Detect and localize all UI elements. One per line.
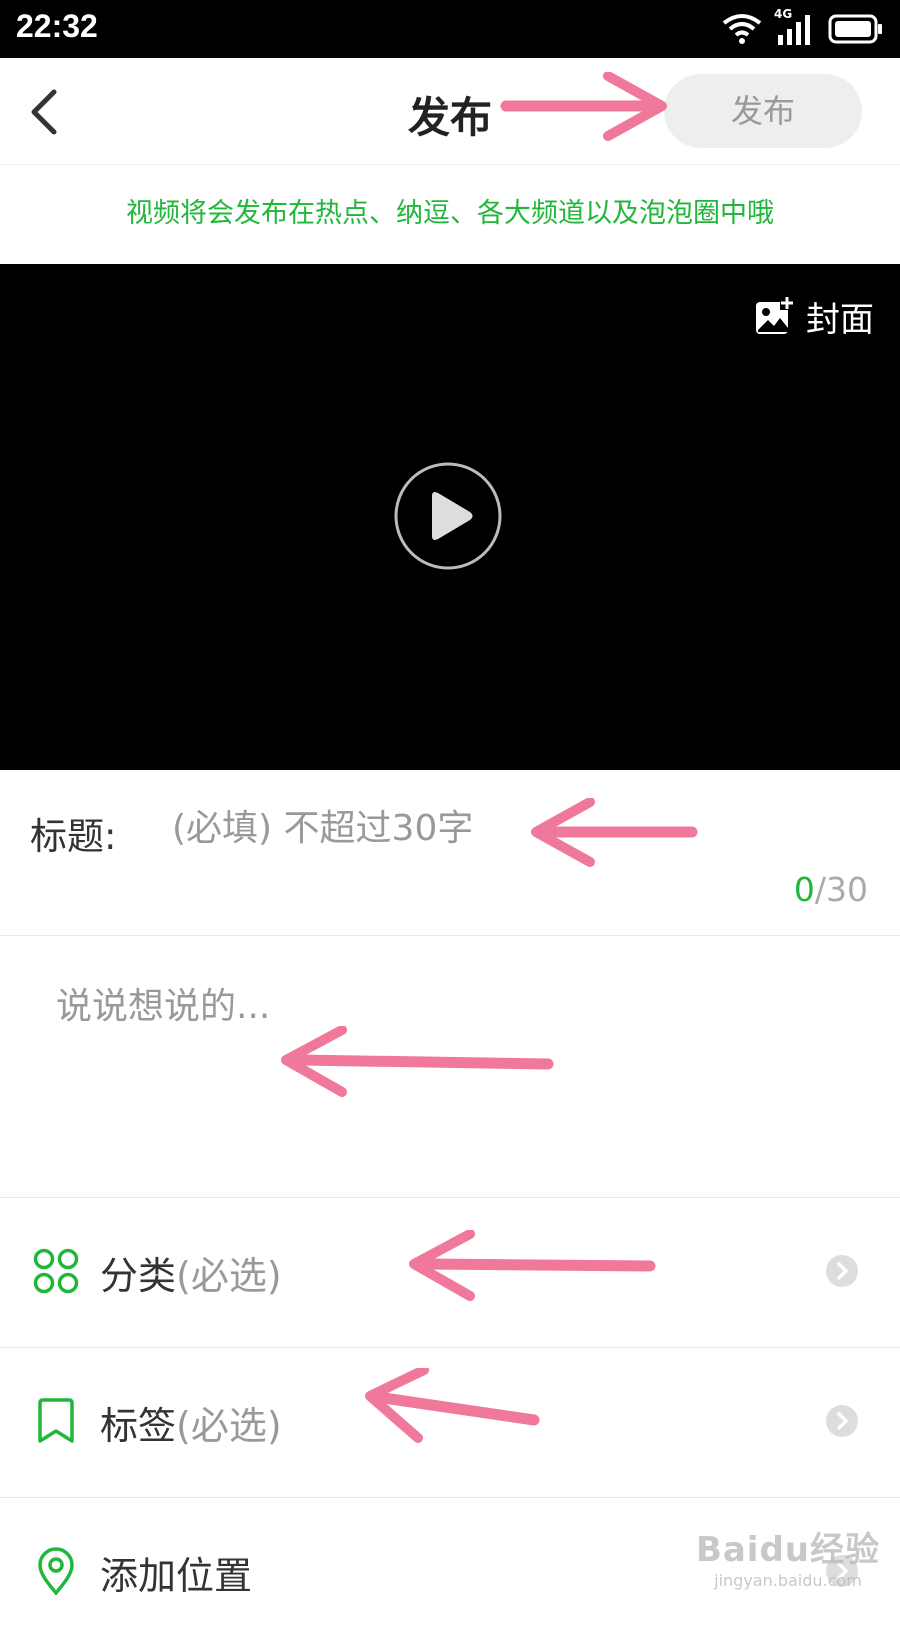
battery-icon: [828, 14, 882, 44]
tag-label: 标签(必选): [100, 1395, 282, 1450]
tag-hint: (必选): [176, 1404, 282, 1448]
watermark-url: jingyan.baidu.com: [714, 1571, 862, 1590]
cover-label: 封面: [806, 299, 874, 340]
category-hint: (必选): [176, 1254, 282, 1298]
cover-button[interactable]: 封面: [754, 294, 874, 340]
title-field-row: 标题: 0/30: [0, 770, 900, 936]
status-icons: 4G: [722, 7, 884, 46]
status-time: 22:32: [16, 8, 98, 44]
chevron-right-icon: [826, 1405, 858, 1437]
wifi-icon: [722, 14, 762, 44]
title-char-count: 0: [793, 870, 815, 909]
title-char-counter: 0/30: [794, 870, 868, 909]
category-text: 分类: [100, 1254, 177, 1298]
publish-button[interactable]: 发布: [664, 74, 862, 148]
annotation-arrow-icon: [500, 72, 667, 141]
watermark-logo: Baidu经验: [695, 1530, 880, 1570]
annotation-arrow-icon: [365, 1368, 540, 1443]
tag-text: 标签: [100, 1404, 177, 1448]
location-icon: [38, 1547, 74, 1595]
publish-notice: 视频将会发布在热点、纳逗、各大频道以及泡泡圈中哦: [126, 198, 774, 229]
annotation-arrow-icon: [531, 798, 698, 867]
baidu-watermark: Baidu经验 jingyan.baidu.com: [696, 1522, 880, 1590]
tag-icon: [38, 1398, 74, 1443]
status-bar: 22:32 4G: [0, 0, 900, 58]
image-add-icon: [756, 296, 794, 334]
play-icon[interactable]: [394, 462, 502, 570]
nav-bar: 发布 发布: [0, 58, 900, 165]
title-label: 标题:: [30, 815, 117, 858]
location-label: 添加位置: [100, 1554, 253, 1598]
annotation-arrow-icon: [281, 1026, 554, 1097]
cellular-signal-icon: 4G: [774, 7, 816, 45]
category-icon: [33, 1248, 79, 1294]
category-label: 分类(必选): [100, 1245, 282, 1300]
annotation-arrow-icon: [409, 1230, 656, 1301]
chevron-right-icon: [826, 1255, 858, 1287]
title-char-max: /30: [814, 870, 868, 909]
